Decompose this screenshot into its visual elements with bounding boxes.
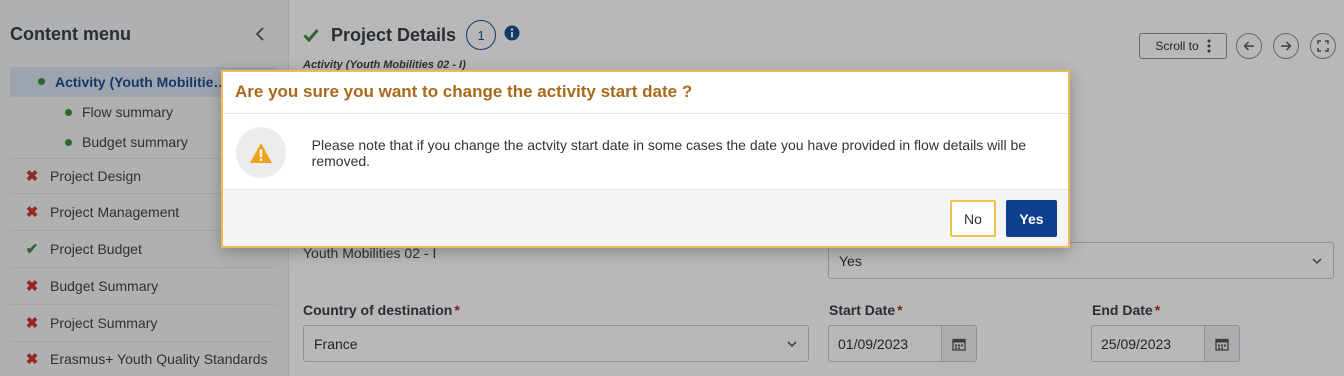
warning-icon-container	[236, 127, 286, 178]
dialog-footer: No Yes	[223, 189, 1068, 246]
no-button[interactable]: No	[950, 200, 996, 237]
dialog-body: Please note that if you change the actvi…	[223, 114, 1068, 191]
dialog-title: Are you sure you want to change the acti…	[223, 72, 1068, 114]
warning-icon	[249, 142, 272, 163]
yes-button[interactable]: Yes	[1006, 200, 1057, 237]
dialog-message: Please note that if you change the actvi…	[311, 136, 1027, 169]
confirm-dialog: Are you sure you want to change the acti…	[221, 70, 1070, 248]
